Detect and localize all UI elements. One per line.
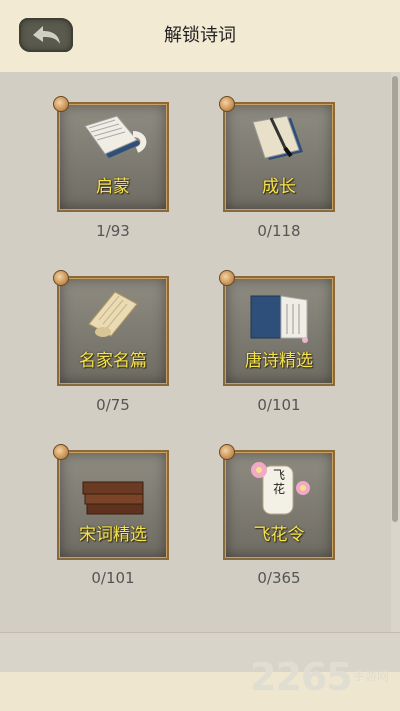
- back-button[interactable]: [19, 18, 73, 52]
- category-card-qimeng[interactable]: 启蒙: [53, 96, 169, 212]
- category-card-mingjia[interactable]: 名家名篇: [53, 270, 169, 386]
- progress-count: 0/101: [91, 569, 135, 587]
- card-label: 飞花令: [253, 525, 305, 545]
- watermark-logo: 2265 手游网: [250, 655, 400, 711]
- pin-icon: [219, 270, 235, 286]
- card-label: 名家名篇: [79, 351, 147, 371]
- open-book-icon: [84, 115, 147, 158]
- pin-icon: [53, 270, 69, 286]
- pin-icon: [219, 96, 235, 112]
- back-arrow-icon: [33, 26, 60, 44]
- watermark-number: 2265: [250, 655, 353, 699]
- feihua-tag-text: 飞花: [273, 468, 286, 496]
- progress-count: 0/101: [257, 396, 301, 414]
- category-card-feihualing[interactable]: 飞花 飞花令: [219, 444, 335, 560]
- card-label: 启蒙: [96, 177, 130, 197]
- progress-count: 0/75: [96, 396, 130, 414]
- pin-icon: [219, 444, 235, 460]
- category-card-chengzhang[interactable]: 成长: [219, 96, 335, 212]
- progress-count: 0/365: [257, 569, 301, 587]
- pin-icon: [53, 96, 69, 112]
- category-card-tangshi[interactable]: 唐诗精选: [219, 270, 335, 386]
- card-label: 宋词精选: [79, 525, 147, 545]
- header-bar: 解锁诗词: [0, 0, 400, 73]
- scrollbar-thumb[interactable]: [392, 76, 398, 522]
- scroll-icon: [88, 291, 138, 337]
- book-brush-icon: [252, 115, 303, 160]
- pin-icon: [53, 444, 69, 460]
- folding-book-icon: [250, 295, 308, 343]
- stacked-books-icon: [82, 481, 144, 515]
- category-card-songci[interactable]: 宋词精选: [53, 444, 169, 560]
- progress-count: 1/93: [96, 222, 130, 240]
- card-label: 唐诗精选: [245, 351, 313, 371]
- card-label: 成长: [262, 177, 296, 197]
- watermark-suffix: 手游网: [353, 669, 390, 683]
- progress-count: 0/118: [257, 222, 301, 240]
